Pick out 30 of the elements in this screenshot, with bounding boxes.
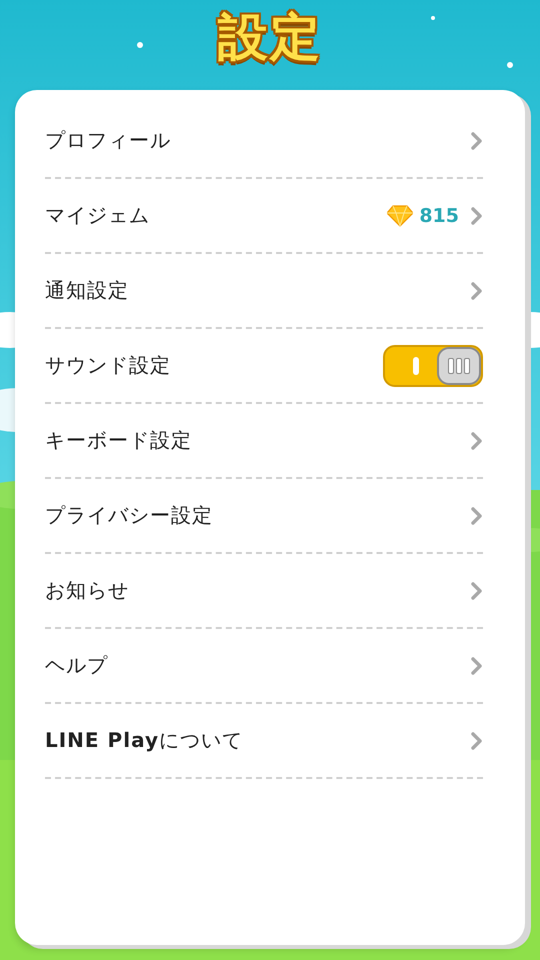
row-label: LINE Playについて (45, 727, 244, 754)
chevron-right-icon (471, 506, 483, 524)
row-label: 通知設定 (45, 277, 130, 304)
chevron-right-icon (471, 732, 483, 750)
settings-row[interactable]: プロフィール (45, 104, 483, 179)
row-label: サウンド設定 (45, 352, 172, 379)
row-label: プロフィール (45, 127, 172, 154)
toggle-switch[interactable] (383, 344, 483, 386)
row-label: キーボード設定 (45, 427, 193, 454)
screen-title: 設定 (218, 7, 322, 68)
row-label: お知らせ (45, 577, 130, 604)
chevron-right-icon (471, 206, 483, 224)
settings-row[interactable]: プライバシー設定 (45, 479, 483, 554)
chevron-right-icon (471, 432, 483, 450)
row-label: マイジェム (45, 202, 151, 229)
chevron-right-icon (471, 282, 483, 300)
row-label: プライバシー設定 (45, 502, 214, 529)
settings-row[interactable]: キーボード設定 (45, 404, 483, 479)
chevron-right-icon (471, 582, 483, 600)
settings-row[interactable]: サウンド設定 (45, 329, 483, 404)
settings-row[interactable]: LINE Playについて (45, 704, 483, 779)
settings-row[interactable]: ヘルプ (45, 629, 483, 704)
gem-icon (387, 204, 414, 226)
chevron-right-icon (471, 132, 483, 150)
row-label: ヘルプ (45, 652, 109, 679)
settings-row[interactable]: マイジェム 815 (45, 179, 483, 254)
gem-count: 815 (419, 204, 459, 226)
chevron-right-icon (471, 656, 483, 674)
settings-row[interactable]: お知らせ (45, 554, 483, 629)
settings-row[interactable]: 通知設定 (45, 254, 483, 329)
